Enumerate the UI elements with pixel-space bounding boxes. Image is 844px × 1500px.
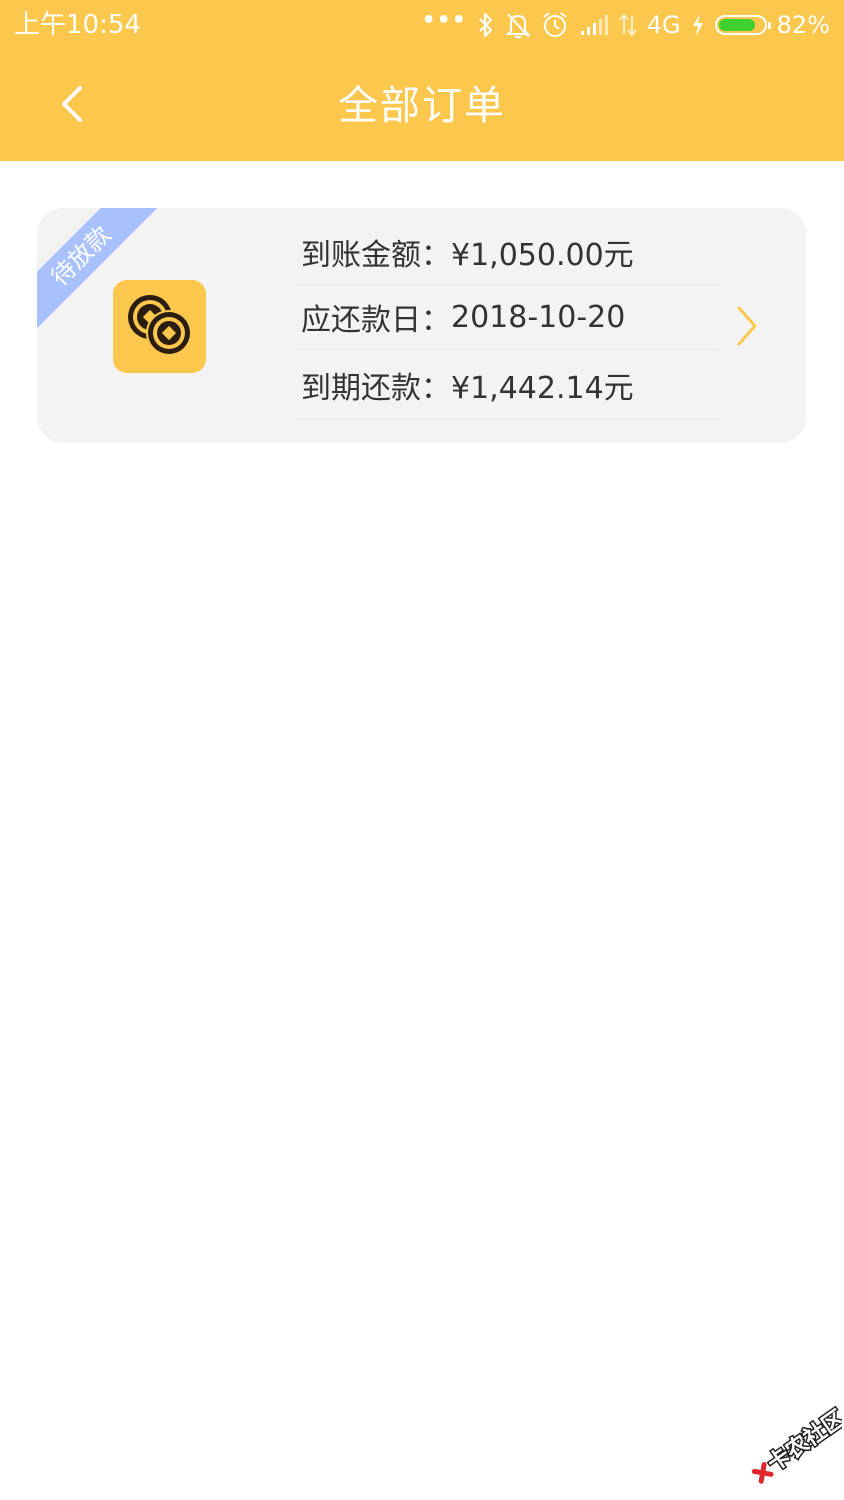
mute-icon [505, 13, 531, 39]
row-label: 到账金额： [301, 238, 451, 273]
status-time: 上午10:54 [14, 10, 141, 40]
more-dots-icon: ••• [421, 8, 467, 33]
alarm-icon [543, 12, 567, 37]
network-type: 4G [646, 11, 681, 39]
row-due-date: 应还款日： 2018-10-20 [295, 285, 719, 350]
bluetooth-icon [479, 12, 492, 38]
svg-text:卡农社区: 卡农社区 [763, 1405, 842, 1477]
signal-icon [580, 15, 608, 35]
data-arrows-icon [619, 13, 637, 37]
nav-bar: 全部订单 [0, 50, 844, 161]
coins-icon [113, 280, 206, 373]
battery-tip [767, 22, 771, 29]
chevron-right-icon [737, 306, 757, 346]
row-value: ¥1,050.00元 [451, 238, 634, 273]
battery-fill [718, 19, 755, 31]
order-card[interactable]: 待放款 到账金额： ¥1,050.00元 应还款日： 2018-10-20 到期还款… [37, 208, 806, 443]
status-bar: 上午10:54 ••• 4G 82% [0, 0, 844, 50]
battery-icon [714, 15, 771, 35]
page-title: 全部订单 [338, 83, 506, 129]
row-label: 应还款日： [301, 303, 451, 338]
charging-icon [692, 14, 703, 36]
row-value: ¥1,442.14元 [451, 370, 634, 406]
row-arrival-amount: 到账金额： ¥1,050.00元 [295, 220, 719, 285]
row-label: 到期还款： [301, 370, 451, 406]
row-due-repayment: 到期还款： ¥1,442.14元 [295, 350, 719, 420]
order-details: 到账金额： ¥1,050.00元 应还款日： 2018-10-20 到期还款： ¥1,… [295, 220, 719, 420]
row-value: 2018-10-20 [451, 299, 626, 335]
header: 上午10:54 ••• 4G 82% 全部订单 [0, 0, 844, 161]
watermark-logo: 卡农社区 [751, 1405, 842, 1484]
battery-percent: 82% [776, 11, 830, 39]
status-icons: ••• 4G 82% [422, 6, 830, 44]
